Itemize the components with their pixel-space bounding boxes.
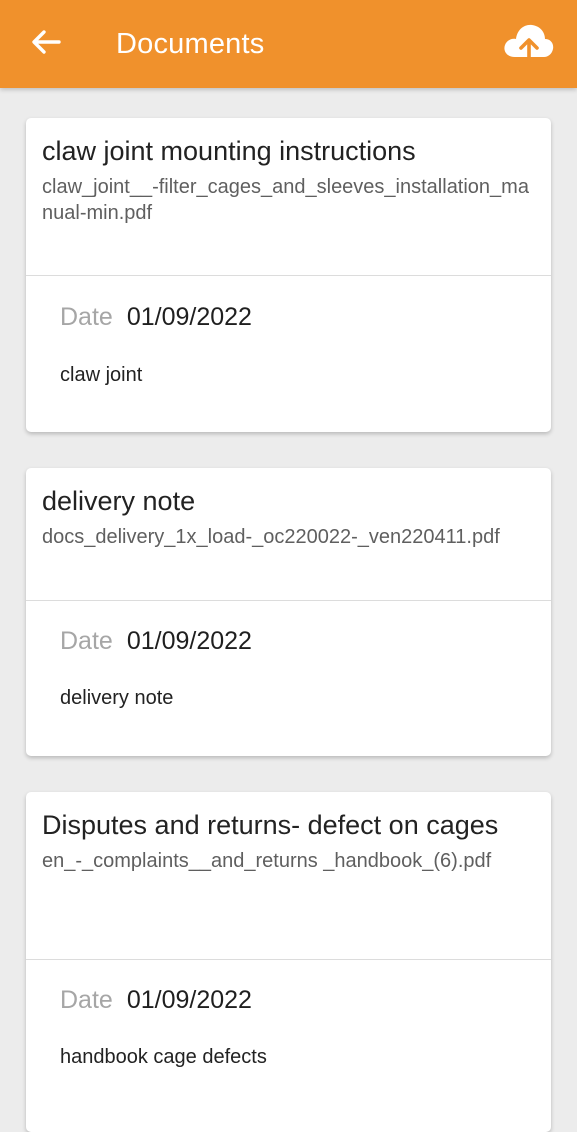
- date-value: 01/09/2022: [126, 627, 252, 655]
- document-card[interactable]: claw joint mounting instructions claw_jo…: [26, 118, 551, 432]
- document-description: claw joint: [60, 364, 143, 386]
- upload-button[interactable]: [498, 18, 558, 70]
- back-button[interactable]: [24, 22, 68, 66]
- card-divider: [26, 959, 551, 960]
- card-divider: [26, 275, 551, 276]
- document-date-row: Date 01/09/2022: [60, 985, 252, 1015]
- document-description: delivery note: [60, 687, 174, 709]
- document-title: claw joint mounting instructions: [42, 136, 416, 166]
- document-card[interactable]: delivery note docs_delivery_1x_load-_oc2…: [26, 468, 551, 756]
- document-description: handbook cage defects: [60, 1046, 267, 1068]
- document-title: delivery note: [42, 486, 196, 516]
- document-title: Disputes and returns- defect on cages: [42, 810, 499, 840]
- date-value: 01/09/2022: [126, 303, 252, 331]
- date-label: Date: [60, 986, 113, 1014]
- document-filename: en_-_complaints__and_returns _handbook_(…: [42, 850, 492, 872]
- page-title: Documents: [116, 28, 265, 60]
- date-label: Date: [60, 303, 113, 331]
- document-card[interactable]: Disputes and returns- defect on cages en…: [26, 792, 551, 1132]
- card-divider: [26, 600, 551, 601]
- document-date-row: Date 01/09/2022: [60, 626, 252, 656]
- document-filename: claw_joint__-filter_cages_and_sleeves_in…: [42, 176, 529, 224]
- date-label: Date: [60, 627, 113, 655]
- document-filename: docs_delivery_1x_load-_oc220022-_ven2204…: [42, 526, 500, 548]
- arrow-left-icon: [31, 29, 61, 60]
- cloud-upload-icon: [501, 21, 555, 68]
- date-value: 01/09/2022: [126, 986, 252, 1014]
- app-bar: Documents: [0, 0, 577, 88]
- document-date-row: Date 01/09/2022: [60, 302, 252, 332]
